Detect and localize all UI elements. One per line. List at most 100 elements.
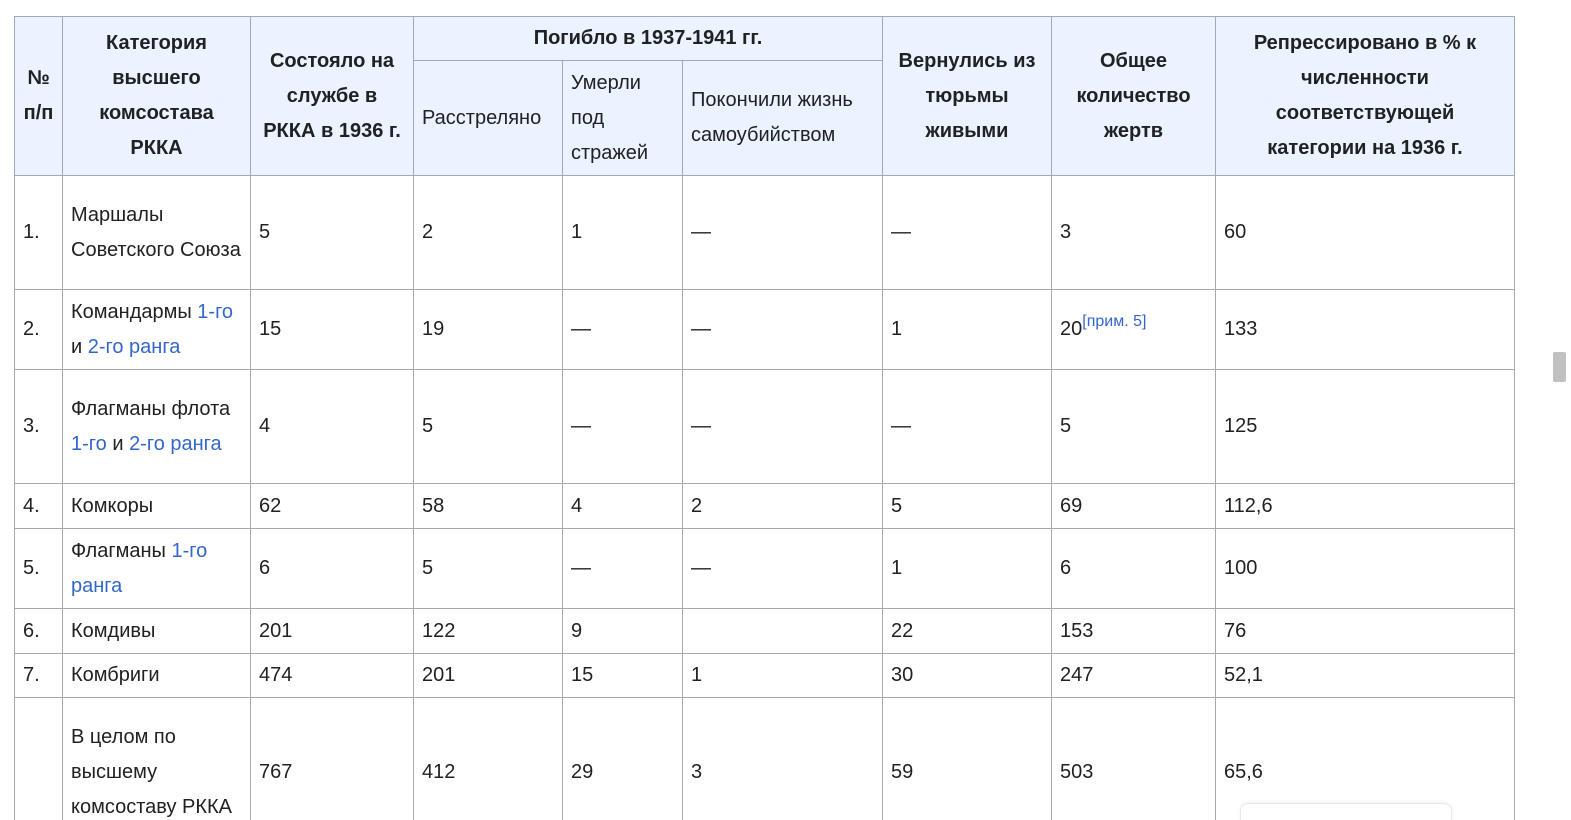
- cell-returned: 30: [882, 653, 1052, 698]
- table-row: 1. Маршалы Советского Союза 5 2 1 — — 3 …: [14, 175, 1515, 290]
- cell-num: [14, 697, 63, 820]
- link-rank-2[interactable]: 2-го ранга: [129, 433, 222, 455]
- category-text: Комкоры: [71, 494, 154, 517]
- cell-percent: 76: [1215, 608, 1515, 654]
- header-shot: Расстреляно: [413, 60, 563, 176]
- cell-suicide: 3: [682, 697, 883, 820]
- cell-died: —: [562, 528, 683, 609]
- cell-shot: 5: [413, 369, 563, 484]
- cell-num: 4.: [14, 483, 63, 529]
- cell-shot: 5: [413, 528, 563, 609]
- category-text: В целом по высшему комсоставу РККА: [71, 725, 232, 818]
- header-killed-1937-1941: Погибло в 1937-1941 гг.: [413, 16, 883, 61]
- cell-shot: 201: [413, 653, 563, 698]
- cell-served: 474: [250, 653, 414, 698]
- cell-suicide: —: [682, 369, 883, 484]
- header-died-in-custody: Умерли под стражей: [562, 60, 683, 176]
- cell-victims: 153: [1051, 608, 1216, 654]
- cell-victims: 69: [1051, 483, 1216, 529]
- table-row-total: В целом по высшему комсоставу РККА 767 4…: [14, 697, 1515, 820]
- cell-victims: 6: [1051, 528, 1216, 609]
- header-repressed-percent: Репрессировано в % к численности соответ…: [1215, 16, 1515, 176]
- cell-died: 9: [562, 608, 683, 654]
- category-text-and: и: [106, 432, 130, 455]
- cell-died: 29: [562, 697, 683, 820]
- floating-panel: [1240, 803, 1452, 820]
- category-text: Маршалы Советского Союза: [71, 203, 241, 261]
- cell-suicide: —: [682, 175, 883, 290]
- cell-suicide: 1: [682, 653, 883, 698]
- cell-served: 6: [250, 528, 414, 609]
- cell-victims: 503: [1051, 697, 1216, 820]
- header-num: № п/п: [14, 16, 63, 176]
- cell-returned: 5: [882, 483, 1052, 529]
- cell-category: Флагманы флота 1-го и 2-го ранга: [62, 369, 251, 484]
- cell-category: Флагманы 1-го ранга: [62, 528, 251, 609]
- cell-num: 7.: [14, 653, 63, 698]
- cell-victims: 3: [1051, 175, 1216, 290]
- table-row: 2. Командармы 1-го и 2-го ранга 15 19 — …: [14, 289, 1515, 370]
- cell-category: В целом по высшему комсоставу РККА: [62, 697, 251, 820]
- category-text-and: и: [71, 335, 88, 358]
- cell-served: 767: [250, 697, 414, 820]
- link-rank-2[interactable]: 2-го ранга: [88, 336, 181, 358]
- table-row: 3. Флагманы флота 1-го и 2-го ранга 4 5 …: [14, 369, 1515, 484]
- cell-suicide: —: [682, 528, 883, 609]
- cell-served: 5: [250, 175, 414, 290]
- cell-died: 1: [562, 175, 683, 290]
- cell-victims: 5: [1051, 369, 1216, 484]
- repressions-table: № п/п Категория высшего комсостава РККА …: [14, 16, 1515, 820]
- cell-died: 4: [562, 483, 683, 529]
- page-scrollbar-thumb[interactable]: [1553, 352, 1566, 382]
- category-text: Флагманы флота: [71, 397, 231, 420]
- cell-shot: 19: [413, 289, 563, 370]
- cell-shot: 2: [413, 175, 563, 290]
- cell-returned: 1: [882, 528, 1052, 609]
- category-text: Командармы: [71, 300, 198, 323]
- link-rank-1[interactable]: 1-го: [197, 301, 233, 323]
- cell-percent: 52,1: [1215, 653, 1515, 698]
- table-row: 5. Флагманы 1-го ранга 6 5 — — 1 6 100: [14, 528, 1515, 609]
- cell-suicide: [682, 608, 883, 654]
- cell-num: 1.: [14, 175, 63, 290]
- cell-shot: 412: [413, 697, 563, 820]
- cell-served: 15: [250, 289, 414, 370]
- table-row: 6. Комдивы 201 122 9 22 153 76: [14, 608, 1515, 654]
- cell-died: —: [562, 369, 683, 484]
- cell-percent: 65,6: [1215, 697, 1515, 820]
- cell-died: 15: [562, 653, 683, 698]
- cell-percent: 133: [1215, 289, 1515, 370]
- cell-num: 5.: [14, 528, 63, 609]
- cell-returned: 22: [882, 608, 1052, 654]
- cell-category: Маршалы Советского Союза: [62, 175, 251, 290]
- header-total-victims: Общее количество жертв: [1051, 16, 1216, 176]
- cell-percent: 112,6: [1215, 483, 1515, 529]
- header-returned-alive: Вернулись из тюрьмы живыми: [882, 16, 1052, 176]
- header-served-1936: Состояло на службе в РККА в 1936 г.: [250, 16, 414, 176]
- cell-returned: —: [882, 175, 1052, 290]
- cell-shot: 58: [413, 483, 563, 529]
- victims-value: 20: [1060, 318, 1083, 340]
- table-row: 4. Комкоры 62 58 4 2 5 69 112,6: [14, 483, 1515, 529]
- header-category: Категория высшего комсостава РККА: [62, 16, 251, 176]
- category-text: Комдивы: [71, 619, 156, 642]
- cell-shot: 122: [413, 608, 563, 654]
- cell-suicide: 2: [682, 483, 883, 529]
- cell-served: 62: [250, 483, 414, 529]
- cell-category: Комбриги: [62, 653, 251, 698]
- cell-died: —: [562, 289, 683, 370]
- cell-served: 4: [250, 369, 414, 484]
- cell-percent: 125: [1215, 369, 1515, 484]
- table-row: 7. Комбриги 474 201 15 1 30 247 52,1: [14, 653, 1515, 698]
- cell-num: 2.: [14, 289, 63, 370]
- cell-category: Командармы 1-го и 2-го ранга: [62, 289, 251, 370]
- category-text: Комбриги: [71, 664, 160, 686]
- cell-num: 6.: [14, 608, 63, 654]
- cell-num: 3.: [14, 369, 63, 484]
- cell-percent: 100: [1215, 528, 1515, 609]
- cell-returned: 59: [882, 697, 1052, 820]
- link-rank-1[interactable]: 1-го: [71, 433, 107, 455]
- cell-suicide: —: [682, 289, 883, 370]
- cell-category: Комдивы: [62, 608, 251, 654]
- footnote-ref-link[interactable]: [прим. 5]: [1082, 313, 1146, 330]
